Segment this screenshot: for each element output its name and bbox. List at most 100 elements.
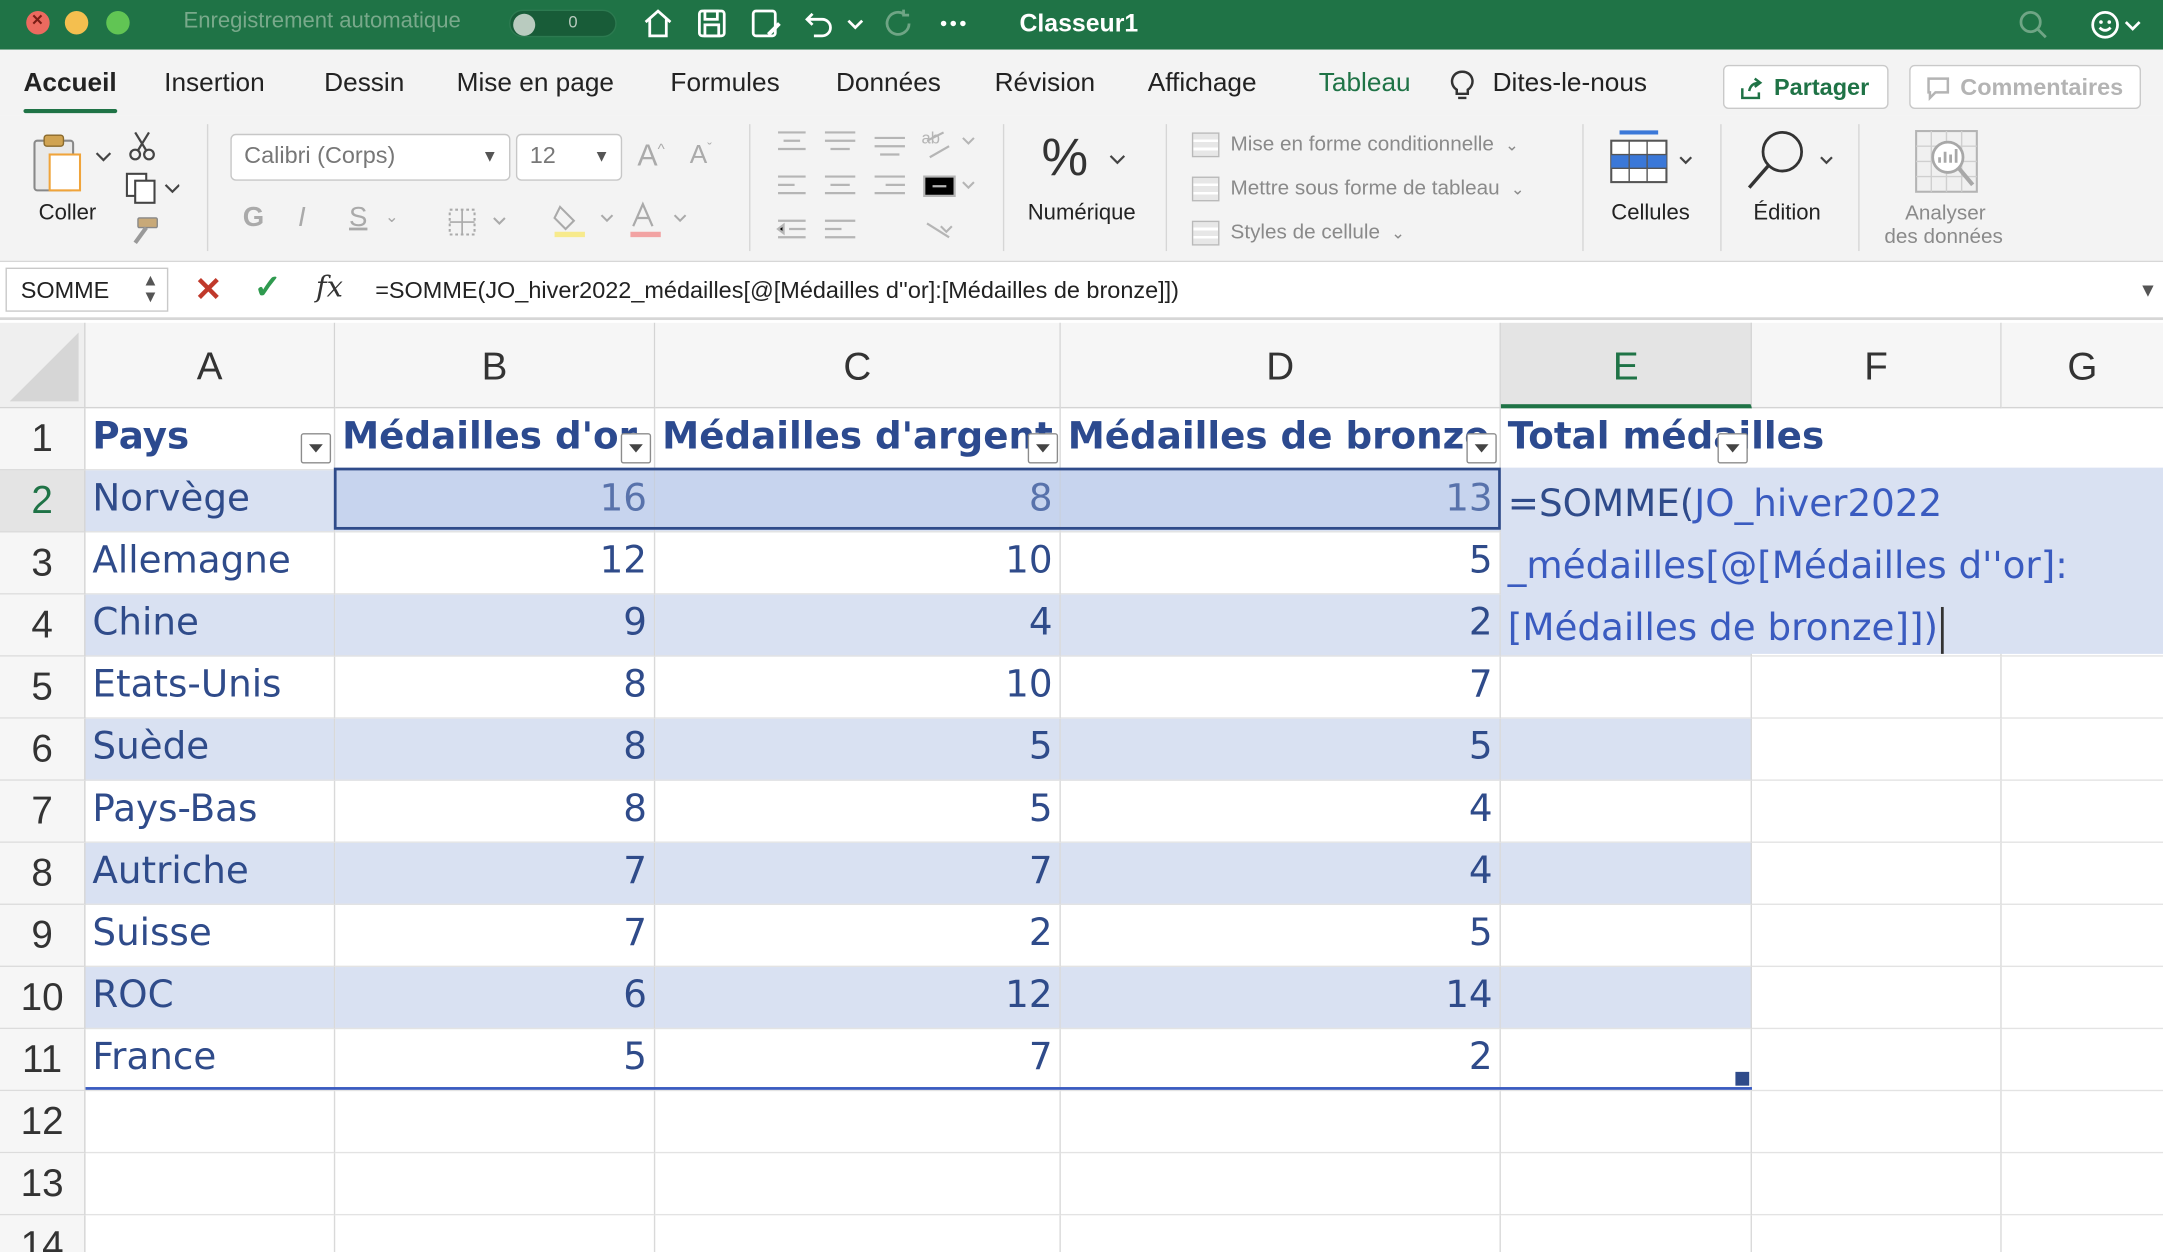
cell-bronze[interactable]: 2 xyxy=(1060,594,1501,657)
cell-total[interactable] xyxy=(1500,656,1752,719)
cell-or[interactable]: 8 xyxy=(335,780,656,843)
borders-icon[interactable] xyxy=(447,207,510,237)
grid-cell[interactable] xyxy=(1751,967,2002,1030)
increase-font-icon[interactable]: A^ xyxy=(637,138,664,174)
column-header-d[interactable]: D xyxy=(1060,322,1501,409)
grid-cell[interactable] xyxy=(1752,1215,2002,1252)
filter-dropdown-icon[interactable] xyxy=(300,433,332,464)
row-header-7[interactable]: 7 xyxy=(0,780,86,843)
cell-edit-e2[interactable]: =SOMME(JO_hiver2022 _médailles[@[Médaill… xyxy=(1500,467,2163,654)
cell-styles-button[interactable]: Styles de cellule ⌄ xyxy=(1191,221,1405,246)
name-box-stepper-icon[interactable]: ▲ ▼ xyxy=(142,272,158,305)
analyze-data-icon[interactable] xyxy=(1912,127,1984,196)
row-header-4[interactable]: 4 xyxy=(0,594,86,657)
underline-chevron-icon[interactable]: ⌄ xyxy=(385,207,399,226)
grid-cell[interactable] xyxy=(655,1153,1061,1216)
format-painter-icon[interactable] xyxy=(127,215,160,245)
cells-icon[interactable] xyxy=(1608,130,1696,191)
expand-formula-bar-icon[interactable]: ▼ xyxy=(2138,279,2157,301)
table-header-total[interactable]: Total médailles xyxy=(1500,408,2002,471)
grid-cell[interactable] xyxy=(86,1215,336,1252)
number-chevron-icon[interactable] xyxy=(1108,152,1127,169)
row-header-8[interactable]: 8 xyxy=(0,842,86,905)
cell-argent[interactable]: 7 xyxy=(655,1029,1061,1092)
grid-cell[interactable] xyxy=(2001,657,2163,719)
insert-function-button[interactable]: fx xyxy=(316,270,343,303)
cell-total[interactable] xyxy=(1500,967,1752,1030)
tab-donnees[interactable]: Données xyxy=(836,69,941,99)
cell-argent[interactable]: 10 xyxy=(655,656,1061,719)
more-icon[interactable] xyxy=(935,6,971,42)
cell-argent[interactable]: 5 xyxy=(655,718,1061,781)
cell-or[interactable]: 5 xyxy=(335,1029,656,1092)
alignment-group-icons[interactable]: ab xyxy=(775,127,982,251)
row-header-1[interactable]: 1 xyxy=(0,408,86,471)
decrease-font-icon[interactable]: Aˇ xyxy=(690,141,712,171)
grid-cell[interactable] xyxy=(1060,1091,1501,1154)
editing-label[interactable]: Édition xyxy=(1753,201,1820,226)
tab-affichage[interactable]: Affichage xyxy=(1148,69,1257,99)
grid-cell[interactable] xyxy=(1501,1215,1752,1252)
find-search-icon[interactable] xyxy=(1744,127,1841,196)
tab-tableau[interactable]: Tableau xyxy=(1319,69,1411,99)
row-header-6[interactable]: 6 xyxy=(0,718,86,781)
cell-or[interactable]: 12 xyxy=(335,532,656,595)
cell-bronze[interactable]: 14 xyxy=(1060,967,1501,1030)
cell-pays[interactable]: Pays-Bas xyxy=(85,780,336,843)
cell-argent[interactable]: 2 xyxy=(655,904,1061,968)
save-icon[interactable] xyxy=(694,6,730,42)
cell-argent[interactable]: 5 xyxy=(655,780,1061,843)
cell-pays[interactable]: Norvège xyxy=(85,470,336,533)
name-box[interactable]: SOMME ▲ ▼ xyxy=(5,267,169,312)
grid-cell[interactable] xyxy=(1500,1091,1752,1154)
grid-cell[interactable] xyxy=(1061,1215,1501,1252)
row-header-10[interactable]: 10 xyxy=(0,967,86,1030)
conditional-formatting-button[interactable]: Mise en forme conditionnelle ⌄ xyxy=(1191,132,1519,158)
tab-dessin[interactable]: Dessin xyxy=(324,69,404,99)
column-header-e[interactable]: E xyxy=(1500,322,1752,409)
table-header-bronze[interactable]: Médailles de bronze xyxy=(1060,408,1501,471)
grid-cell[interactable] xyxy=(1500,1153,1752,1216)
underline-button[interactable]: S xyxy=(349,203,367,235)
grid-cell[interactable] xyxy=(335,1091,656,1154)
cell-pays[interactable]: ROC xyxy=(85,967,336,1030)
row-header-5[interactable]: 5 xyxy=(0,656,86,719)
grid-cell[interactable] xyxy=(335,1215,656,1252)
grid-cell[interactable] xyxy=(2001,1029,2163,1092)
table-header-pays[interactable]: Pays xyxy=(85,408,336,471)
cell-pays[interactable]: Suède xyxy=(85,718,336,781)
column-header-c[interactable]: C xyxy=(655,322,1061,409)
cell-pays[interactable]: France xyxy=(85,1029,336,1092)
cell-bronze[interactable]: 4 xyxy=(1060,842,1501,905)
row-header-9[interactable]: 9 xyxy=(0,904,86,968)
redo-icon[interactable] xyxy=(882,6,918,42)
grid-cell[interactable] xyxy=(2001,843,2163,905)
cell-argent[interactable]: 10 xyxy=(655,532,1061,595)
table-header-or[interactable]: Médailles d'or xyxy=(335,408,656,471)
grid-cell[interactable] xyxy=(1751,780,2002,843)
percent-icon[interactable]: % xyxy=(1042,130,1089,189)
cell-total[interactable] xyxy=(1500,718,1752,781)
home-icon[interactable] xyxy=(640,6,676,42)
confirm-entry-icon[interactable]: ✓ xyxy=(254,268,282,308)
cell-bronze[interactable]: 5 xyxy=(1060,532,1501,595)
cell-or[interactable]: 6 xyxy=(335,967,656,1030)
grid-cell[interactable] xyxy=(1751,656,2002,719)
cell-bronze[interactable]: 4 xyxy=(1060,780,1501,843)
cell-or[interactable]: 7 xyxy=(335,904,656,968)
grid-cell[interactable] xyxy=(1751,842,2002,905)
cell-pays[interactable]: Chine xyxy=(85,594,336,657)
cell-bronze[interactable]: 5 xyxy=(1060,718,1501,781)
undo-dropdown-chevron-icon[interactable] xyxy=(844,6,866,42)
row-header-12[interactable]: 12 xyxy=(0,1091,86,1154)
cut-icon[interactable] xyxy=(127,130,157,163)
grid-cell[interactable] xyxy=(1751,1029,2002,1092)
cell-argent[interactable]: 12 xyxy=(655,967,1061,1030)
grid-cell[interactable] xyxy=(1751,718,2002,781)
feedback-chevron-icon[interactable] xyxy=(2123,7,2142,43)
save-as-icon[interactable] xyxy=(748,6,784,42)
font-color-icon[interactable] xyxy=(628,201,691,238)
minimize-window-button[interactable] xyxy=(64,11,89,35)
font-name-combo[interactable]: Calibri (Corps) ▼ xyxy=(230,133,511,181)
grid-cell[interactable] xyxy=(655,1091,1061,1154)
